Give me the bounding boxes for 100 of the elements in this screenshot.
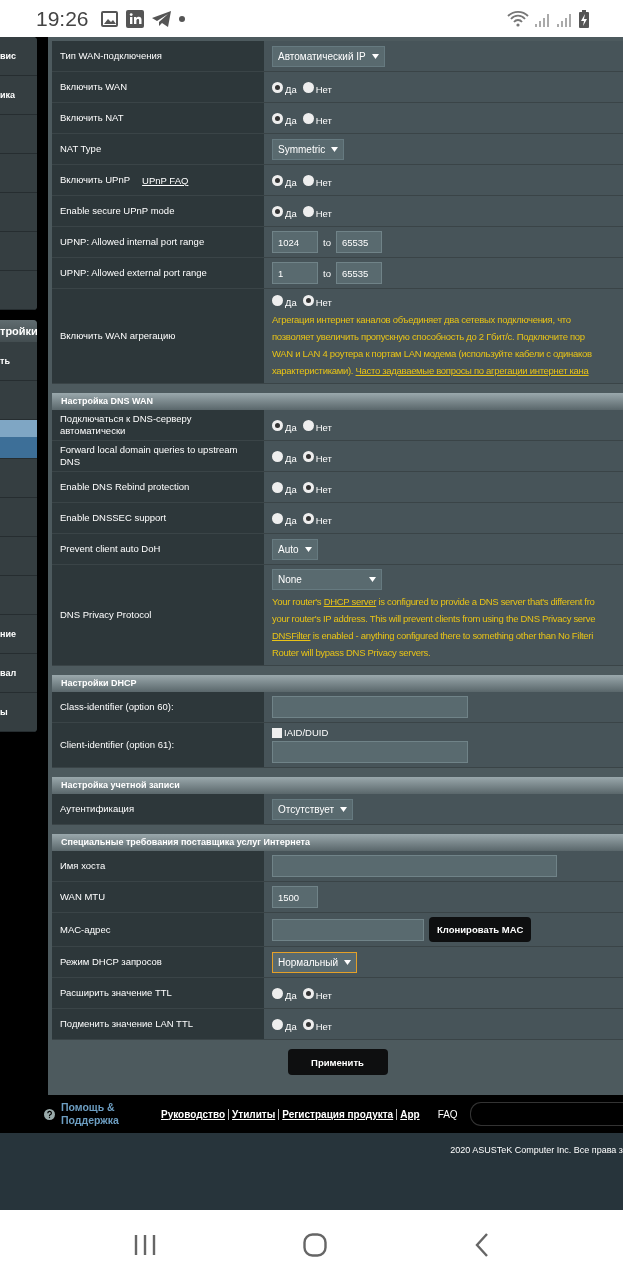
radio-button[interactable]	[272, 295, 283, 306]
range-separator: to	[323, 267, 331, 279]
radio-label: Да	[285, 483, 297, 495]
radio-label: Да	[285, 989, 297, 1001]
help-link[interactable]: DNSFilter	[272, 630, 311, 641]
field-label: Тип WAN-подключения	[60, 50, 162, 62]
radio-button[interactable]	[272, 419, 283, 431]
help-support-link[interactable]: Помощь & Поддержка	[61, 1101, 131, 1127]
field-label: Enable secure UPnP mode	[60, 205, 175, 217]
radio-button[interactable]	[272, 450, 283, 462]
radio-label: Нет	[315, 1020, 332, 1032]
faq-link[interactable]: UPnP FAQ	[142, 174, 189, 186]
recent-apps-icon[interactable]	[133, 1235, 156, 1255]
field-label: Включить NAT	[60, 112, 124, 124]
radio-label: Нет	[315, 514, 332, 526]
radio-button[interactable]	[272, 81, 283, 93]
port-field[interactable]: 1024	[272, 231, 318, 253]
radio-label: Нет	[315, 114, 332, 126]
radio-button[interactable]	[272, 112, 283, 124]
radio-button[interactable]	[302, 987, 314, 999]
dropdown[interactable]: Symmetric	[272, 138, 345, 160]
caret-icon	[340, 806, 348, 812]
field-label: Режим DHCP запросов	[60, 956, 162, 968]
caret-icon	[371, 53, 379, 59]
faq-search-field[interactable]	[469, 1102, 623, 1126]
image-icon	[100, 10, 118, 27]
wifi-icon	[507, 9, 529, 28]
field-label: Имя хоста	[60, 860, 106, 872]
field-label: Подключаться к DNS-серверу автоматически	[60, 413, 193, 437]
dropdown[interactable]: Нормальный	[272, 951, 358, 973]
dropdown[interactable]: None	[272, 569, 382, 590]
radio-label: Да	[285, 114, 297, 126]
radio-button[interactable]	[302, 512, 314, 524]
field-label: NAT Type	[60, 143, 102, 155]
dot-icon	[178, 15, 185, 22]
radio-button[interactable]	[302, 419, 314, 431]
radio-label: Нет	[315, 989, 332, 1001]
radio-label: Нет	[315, 452, 332, 464]
section-header: Специальные требования поставщика услуг Интернета	[52, 834, 623, 851]
clone-mac-button[interactable]: Клонировать MAC	[429, 917, 532, 942]
field-label: Включить WAN	[60, 81, 128, 93]
sidebar-item[interactable]	[0, 420, 37, 459]
radio-button[interactable]	[272, 205, 283, 217]
radio-label: Да	[285, 1020, 297, 1032]
radio-label: Да	[285, 207, 297, 219]
radio-button[interactable]	[302, 450, 314, 462]
apply-button[interactable]: Применить	[287, 1049, 388, 1075]
port-field[interactable]: 65535	[335, 262, 382, 284]
sidebar-title: тройки	[0, 320, 37, 342]
section-header: Настройки DHCP	[52, 675, 623, 692]
checkbox[interactable]	[272, 727, 282, 738]
port-field[interactable]: 65535	[335, 231, 382, 253]
dropdown[interactable]: Auto	[272, 538, 318, 560]
radio-button[interactable]	[302, 81, 314, 93]
field-label: Включить UPnP	[60, 174, 131, 186]
radio-button[interactable]	[302, 174, 314, 186]
input-field[interactable]	[272, 855, 557, 877]
field-label: Подменить значение LAN TTL	[60, 1018, 193, 1030]
dropdown[interactable]: Автоматический IP	[272, 45, 385, 67]
paper-plane-icon	[151, 10, 171, 27]
field-label: Client-identifier (option 61):	[60, 739, 175, 751]
footer-link[interactable]: App	[400, 1108, 420, 1120]
footer-link[interactable]: Утилиты	[232, 1108, 276, 1120]
radio-label: Да	[285, 83, 297, 95]
input-field[interactable]	[272, 918, 424, 941]
footer-link[interactable]: Руководство	[161, 1108, 225, 1120]
port-field[interactable]: 1	[272, 262, 318, 284]
radio-label: Да	[285, 514, 297, 526]
field-label: Enable DNSSEC support	[60, 512, 167, 524]
help-link[interactable]: DHCP server	[323, 596, 377, 607]
checkbox-label: IAID/DUID	[284, 727, 329, 738]
radio-button[interactable]	[272, 481, 283, 493]
radio-label: Нет	[315, 297, 332, 308]
field-label: WAN MTU	[60, 891, 106, 903]
field-label: Class-identifier (option 60):	[60, 701, 174, 713]
clock: 19:26	[36, 6, 89, 31]
radio-button[interactable]	[302, 112, 314, 124]
radio-label: Да	[285, 297, 297, 308]
radio-label: Да	[285, 176, 297, 188]
input-field[interactable]	[272, 741, 468, 763]
radio-button[interactable]	[272, 987, 283, 999]
radio-button[interactable]	[272, 1018, 283, 1030]
radio-button[interactable]	[302, 481, 314, 493]
field-label: Prevent client auto DoH	[60, 543, 161, 555]
input-field[interactable]: 1500	[272, 886, 318, 908]
sidebar-item[interactable]: вис	[0, 37, 37, 76]
dropdown[interactable]: Отсутствует	[272, 798, 354, 820]
help-link[interactable]: Часто задаваемые вопросы по агрегации интернет кана	[355, 365, 589, 376]
radio-button[interactable]	[272, 174, 283, 186]
battery-charging-icon	[579, 9, 589, 28]
radio-button[interactable]	[302, 295, 314, 306]
radio-button[interactable]	[302, 205, 314, 217]
back-icon[interactable]	[475, 1233, 490, 1257]
footer-link[interactable]: Регистрация продукта	[282, 1108, 394, 1120]
caret-icon	[331, 146, 339, 152]
field-label: Аутентификация	[60, 803, 135, 815]
input-field[interactable]	[272, 696, 468, 718]
radio-button[interactable]	[272, 512, 283, 524]
home-icon[interactable]	[303, 1233, 328, 1257]
radio-button[interactable]	[302, 1018, 314, 1030]
